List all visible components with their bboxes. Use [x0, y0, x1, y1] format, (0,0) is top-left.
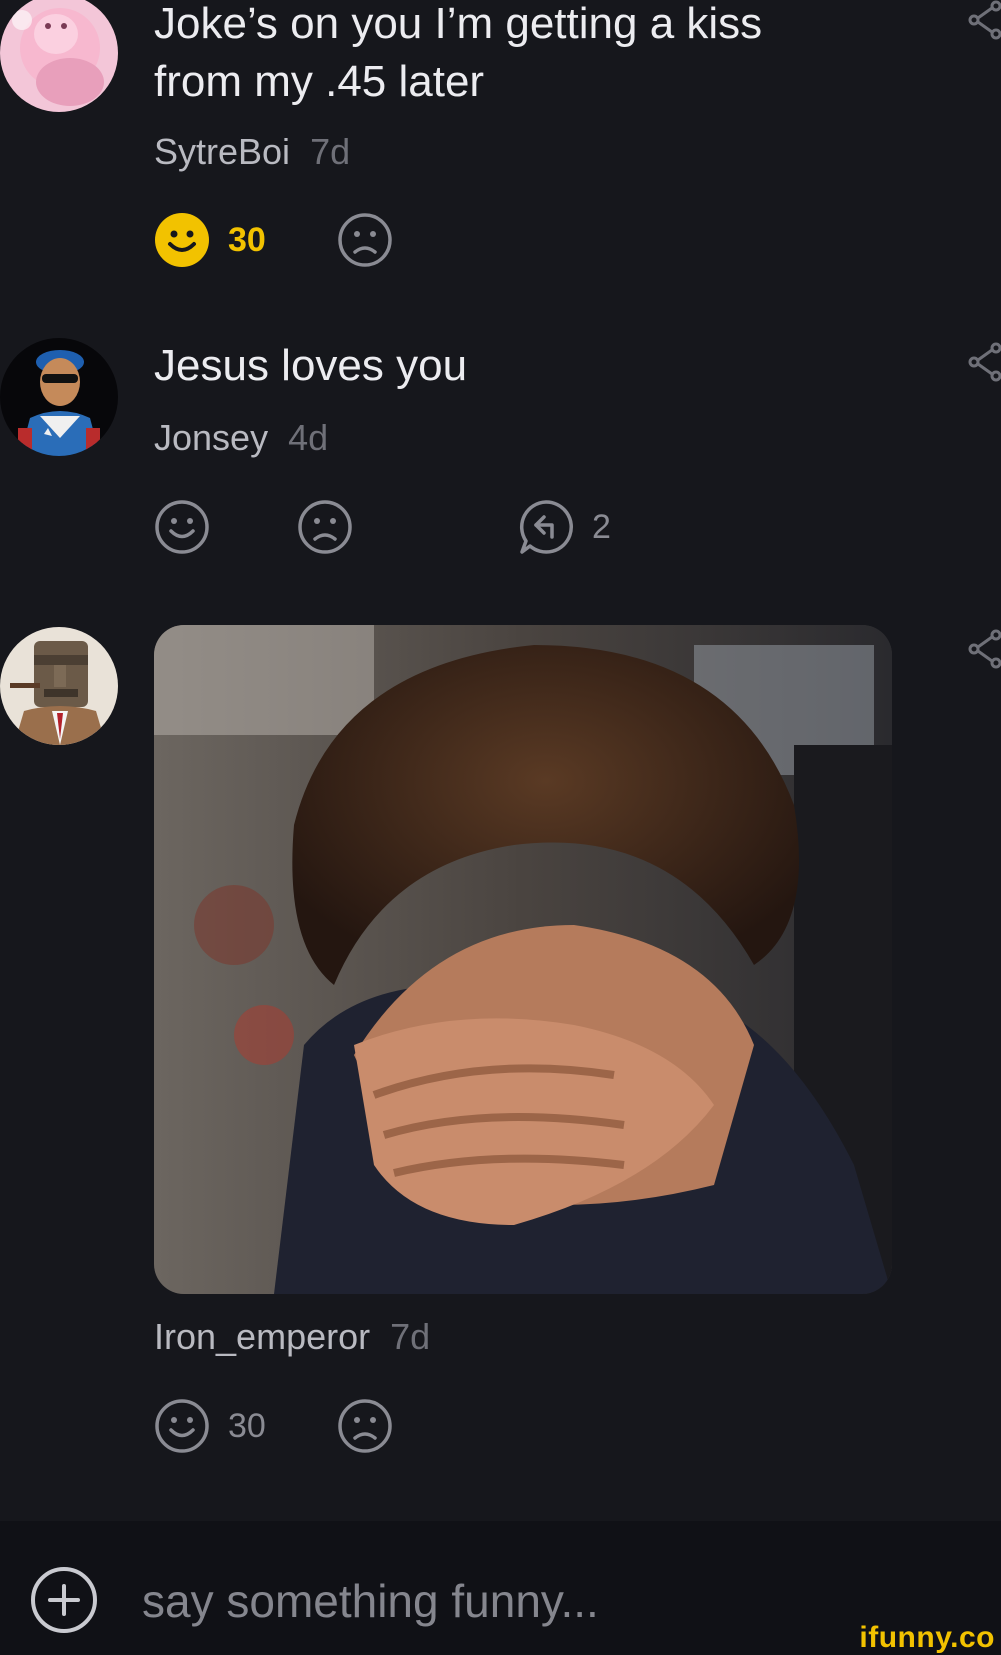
comment-input[interactable] — [142, 1573, 842, 1629]
smile-icon — [155, 1399, 209, 1453]
share-icon[interactable] — [966, 0, 1001, 40]
add-attachment-button[interactable] — [30, 1566, 98, 1634]
frown-button[interactable] — [337, 212, 393, 268]
frown-icon — [298, 500, 352, 554]
reply-button[interactable]: 2 — [518, 499, 611, 555]
smile-count: 30 — [228, 1406, 266, 1445]
comment-text: Joke’s on you I’m getting a kiss from my… — [154, 0, 763, 106]
comment-meta: Jonsey 4d — [154, 416, 328, 460]
smile-icon — [155, 213, 209, 267]
frown-icon — [338, 1399, 392, 1453]
plus-circle-icon — [31, 1567, 97, 1633]
timestamp: 4d — [288, 417, 329, 458]
share-icon[interactable] — [966, 629, 1001, 669]
watermark-logo: ifunny.co — [859, 1621, 995, 1654]
comment-meta: Iron_emperor 7d — [154, 1315, 430, 1359]
timestamp: 7d — [310, 131, 351, 172]
avatar[interactable] — [0, 338, 118, 456]
smile-button[interactable]: 30 — [154, 1398, 266, 1454]
timestamp: 7d — [390, 1316, 431, 1357]
comment-composer-bar — [0, 1521, 1001, 1655]
comment-image[interactable] — [154, 625, 892, 1294]
smile-count: 30 — [228, 220, 266, 259]
smile-button[interactable]: 30 — [154, 212, 266, 268]
share-icon[interactable] — [966, 342, 1001, 382]
smile-button[interactable] — [154, 499, 210, 555]
avatar[interactable] — [0, 627, 118, 745]
username[interactable]: SytreBoi — [154, 131, 290, 172]
username[interactable]: Iron_emperor — [154, 1316, 370, 1357]
frown-button[interactable] — [337, 1398, 393, 1454]
comment-meta: SytreBoi 7d — [154, 130, 350, 174]
username[interactable]: Jonsey — [154, 417, 268, 458]
frown-icon — [338, 213, 392, 267]
comment-text: Jesus loves you — [154, 341, 468, 390]
reply-icon — [520, 500, 573, 554]
frown-button[interactable] — [297, 499, 353, 555]
reply-count: 2 — [592, 507, 611, 546]
avatar[interactable] — [0, 0, 118, 112]
smile-icon — [155, 500, 209, 554]
